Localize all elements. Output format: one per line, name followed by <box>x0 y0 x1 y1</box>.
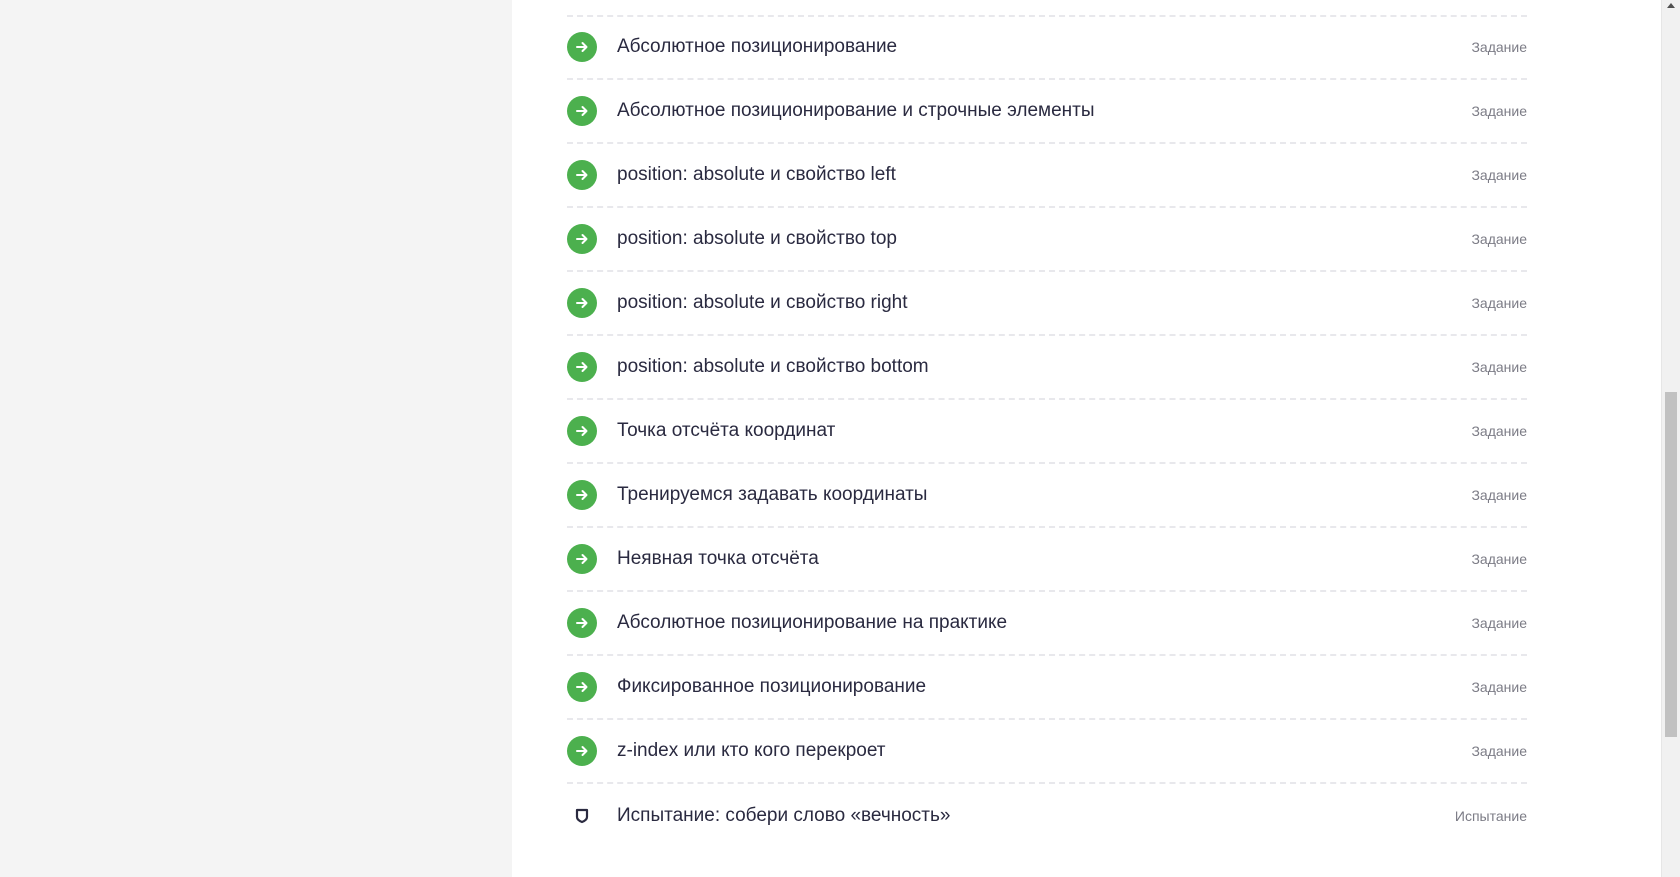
task-item[interactable]: z-index или кто кого перекроет Задание <box>567 720 1527 784</box>
task-title[interactable]: Фиксированное позиционирование <box>617 676 1471 698</box>
task-item-trial[interactable]: Испытание: собери слово «вечность» Испыт… <box>567 784 1527 848</box>
task-item[interactable]: Абсолютное позиционирование и строчные э… <box>567 80 1527 144</box>
scrollbar-thumb[interactable] <box>1665 392 1677 737</box>
task-title[interactable]: Тренируемся задавать координаты <box>617 484 1471 506</box>
task-type-label: Задание <box>1471 39 1527 55</box>
task-title[interactable]: position: absolute и свойство left <box>617 164 1471 186</box>
task-item[interactable]: Абсолютное позиционирование Задание <box>567 16 1527 80</box>
arrow-right-icon <box>567 544 597 574</box>
task-item[interactable]: position: absolute и свойство left Задан… <box>567 144 1527 208</box>
task-title[interactable]: Абсолютное позиционирование <box>617 36 1471 58</box>
task-title[interactable]: position: absolute и свойство right <box>617 292 1471 314</box>
task-title[interactable]: Точка отсчёта координат <box>617 420 1471 442</box>
task-type-label: Задание <box>1471 167 1527 183</box>
left-sidebar-background <box>0 0 512 877</box>
task-type-label: Задание <box>1471 359 1527 375</box>
vertical-scrollbar[interactable] <box>1661 0 1680 877</box>
task-title[interactable]: position: absolute и свойство top <box>617 228 1471 250</box>
task-item[interactable]: position: absolute и свойство right Зада… <box>567 272 1527 336</box>
shield-icon <box>567 801 597 831</box>
task-title[interactable]: Абсолютное позиционирование на практике <box>617 612 1471 634</box>
arrow-right-icon <box>567 288 597 318</box>
arrow-right-icon <box>567 96 597 126</box>
task-item[interactable]: position: absolute и свойство bottom Зад… <box>567 336 1527 400</box>
task-type-label: Задание <box>1471 231 1527 247</box>
arrow-right-icon <box>567 672 597 702</box>
task-type-label: Задание <box>1471 487 1527 503</box>
arrow-right-icon <box>567 416 597 446</box>
task-title[interactable]: Испытание: собери слово «вечность» <box>617 805 1455 827</box>
task-type-label: Задание <box>1471 615 1527 631</box>
task-title[interactable]: Неявная точка отсчёта <box>617 548 1471 570</box>
task-type-label: Задание <box>1471 551 1527 567</box>
task-title[interactable]: z-index или кто кого перекроет <box>617 740 1471 762</box>
task-type-label: Задание <box>1471 103 1527 119</box>
task-item[interactable]: Точка отсчёта координат Задание <box>567 400 1527 464</box>
task-type-label: Испытание <box>1454 808 1527 824</box>
arrow-right-icon <box>567 480 597 510</box>
task-item[interactable]: Абсолютное позиционирование на практике … <box>567 592 1527 656</box>
arrow-right-icon <box>567 224 597 254</box>
arrow-right-icon <box>567 160 597 190</box>
arrow-right-icon <box>567 736 597 766</box>
scroll-up-arrow-icon[interactable] <box>1667 3 1675 8</box>
task-type-label: Задание <box>1471 679 1527 695</box>
arrow-right-icon <box>567 32 597 62</box>
task-list: Абсолютное позиционирование Задание Абсо… <box>567 0 1527 848</box>
task-type-label: Задание <box>1471 295 1527 311</box>
task-item[interactable]: Неявная точка отсчёта Задание <box>567 528 1527 592</box>
task-type-label: Задание <box>1471 423 1527 439</box>
task-type-label: Задание <box>1471 743 1527 759</box>
arrow-right-icon <box>567 608 597 638</box>
task-item[interactable]: Фиксированное позиционирование Задание <box>567 656 1527 720</box>
task-title[interactable]: position: absolute и свойство bottom <box>617 356 1471 378</box>
arrow-right-icon <box>567 352 597 382</box>
task-item[interactable]: Тренируемся задавать координаты Задание <box>567 464 1527 528</box>
task-title[interactable]: Абсолютное позиционирование и строчные э… <box>617 100 1471 122</box>
task-item[interactable]: position: absolute и свойство top Задани… <box>567 208 1527 272</box>
